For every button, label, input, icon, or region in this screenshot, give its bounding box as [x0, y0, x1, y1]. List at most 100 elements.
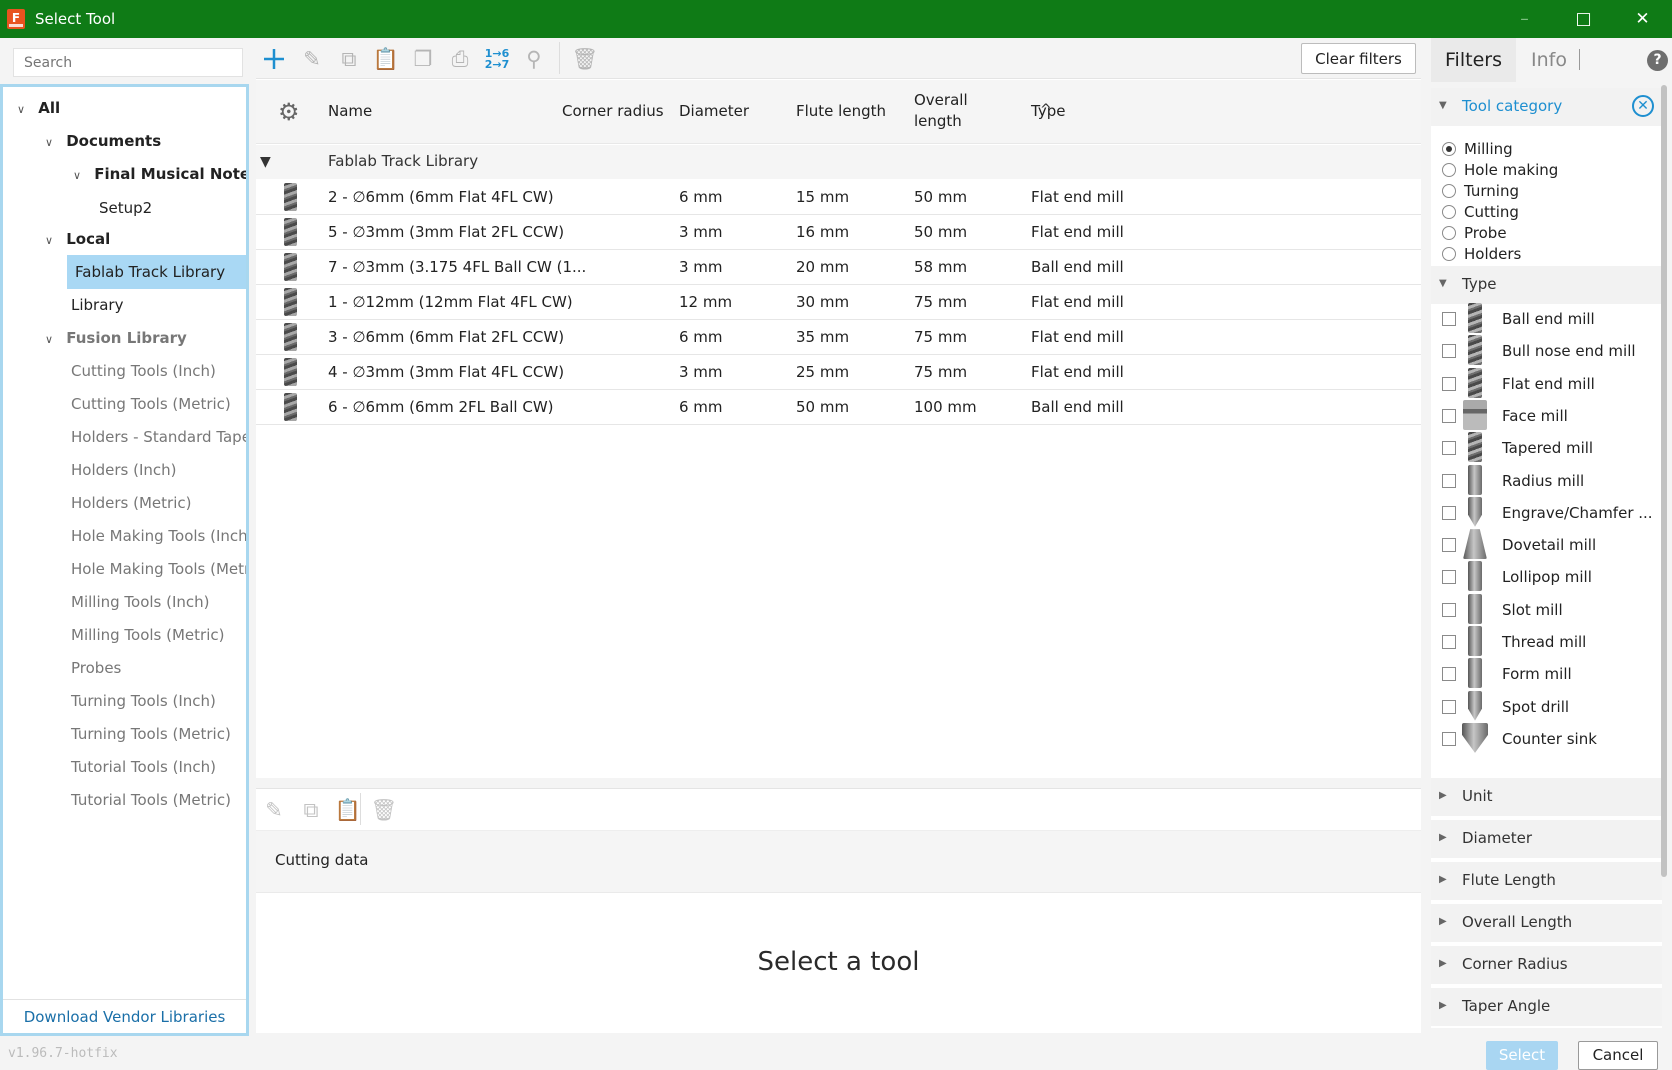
tab-filters[interactable]: Filters: [1431, 38, 1516, 82]
type-checkbox[interactable]: [1442, 635, 1456, 649]
tool-category-section-header[interactable]: ▼ Tool category ✕: [1431, 88, 1662, 126]
tree-item[interactable]: ∨ Documents: [45, 124, 161, 158]
copy-preset-icon[interactable]: ⧉: [296, 795, 326, 825]
tree-item[interactable]: Holders (Inch): [71, 453, 177, 487]
type-label[interactable]: Dovetail mill: [1502, 535, 1596, 555]
column-corner-radius[interactable]: Corner radius: [562, 101, 664, 122]
table-row[interactable]: 3 - ∅6mm (6mm Flat 2FL CCW) 6 mm 35 mm 75 m…: [256, 320, 1421, 355]
filter-section-header[interactable]: ▶ Corner Radius: [1431, 946, 1662, 984]
tree-item[interactable]: Tutorial Tools (Metric): [71, 783, 231, 817]
column-settings-gear-icon[interactable]: ⚙: [278, 98, 300, 126]
edit-preset-icon[interactable]: ✎: [259, 795, 289, 825]
tree-item[interactable]: ∨ Fusion Library: [45, 321, 187, 355]
category-radio[interactable]: [1442, 163, 1456, 177]
tree-item[interactable]: ∨ Local: [45, 222, 110, 256]
category-label[interactable]: Cutting: [1464, 202, 1519, 222]
select-button[interactable]: Select: [1486, 1041, 1558, 1070]
delete-preset-icon[interactable]: 🗑: [369, 795, 399, 825]
type-label[interactable]: Radius mill: [1502, 471, 1584, 491]
type-label[interactable]: Thread mill: [1502, 632, 1586, 652]
print-icon[interactable]: ⎙: [445, 44, 475, 74]
type-label[interactable]: Counter sink: [1502, 729, 1597, 749]
filter-section-header[interactable]: ▶ Taper Angle: [1431, 988, 1662, 1026]
filter-section-header[interactable]: ▶ Unit: [1431, 778, 1662, 816]
type-label[interactable]: Engrave/Chamfer ...: [1502, 503, 1653, 523]
type-checkbox[interactable]: [1442, 505, 1456, 520]
filter-section-header[interactable]: ▶ Flute Length: [1431, 862, 1662, 900]
chevron-down-icon[interactable]: ∨: [45, 224, 61, 258]
tree-item[interactable]: Turning Tools (Inch): [71, 684, 216, 718]
column-name[interactable]: Name: [328, 101, 372, 122]
type-label[interactable]: Lollipop mill: [1502, 567, 1592, 587]
paste-icon[interactable]: 📋: [371, 44, 401, 74]
category-label[interactable]: Hole making: [1464, 160, 1558, 180]
table-row[interactable]: 2 - ∅6mm (6mm Flat 4FL CW) 6 mm 15 mm 50 mm…: [256, 180, 1421, 215]
type-checkbox[interactable]: [1442, 344, 1456, 359]
tree-item[interactable]: Fablab Track Library: [67, 255, 246, 289]
type-checkbox[interactable]: [1442, 538, 1456, 553]
type-section-header[interactable]: ▼ Type: [1431, 266, 1662, 304]
category-label[interactable]: Probe: [1464, 223, 1507, 243]
tree-item[interactable]: Hole Making Tools (Metric): [71, 552, 246, 586]
tab-info[interactable]: Info: [1531, 38, 1567, 82]
category-label[interactable]: Milling: [1464, 139, 1513, 159]
help-icon[interactable]: ?: [1647, 50, 1668, 71]
table-row[interactable]: 6 - ∅6mm (6mm 2FL Ball CW) 6 mm 50 mm 100 m…: [256, 390, 1421, 425]
add-tool-icon[interactable]: [259, 44, 289, 74]
download-vendor-libraries-link[interactable]: Download Vendor Libraries: [3, 999, 246, 1033]
type-checkbox[interactable]: [1442, 570, 1456, 585]
type-checkbox[interactable]: [1442, 441, 1456, 456]
clear-category-icon[interactable]: ✕: [1632, 95, 1654, 117]
category-label[interactable]: Turning: [1464, 181, 1519, 201]
type-label[interactable]: Form mill: [1502, 664, 1572, 684]
maximize-button[interactable]: □: [1554, 0, 1613, 38]
library-group-row[interactable]: ▼ Fablab Track Library: [256, 145, 1421, 179]
category-radio[interactable]: [1442, 142, 1456, 156]
type-checkbox[interactable]: [1442, 731, 1456, 746]
chevron-down-icon[interactable]: ∨: [45, 126, 61, 160]
column-diameter[interactable]: Diameter: [679, 101, 749, 122]
tree-item[interactable]: Cutting Tools (Metric): [71, 387, 231, 421]
cancel-button[interactable]: Cancel: [1578, 1041, 1658, 1070]
category-radio[interactable]: [1442, 226, 1456, 240]
type-checkbox[interactable]: [1442, 376, 1456, 391]
type-label[interactable]: Slot mill: [1502, 600, 1563, 620]
type-checkbox[interactable]: [1442, 408, 1456, 423]
clear-filters-button[interactable]: Clear filters: [1301, 43, 1416, 74]
chevron-down-icon[interactable]: ∨: [73, 159, 89, 193]
chevron-down-icon[interactable]: ∨: [45, 323, 61, 357]
tree-item[interactable]: Setup2: [99, 191, 152, 225]
column-flute-length[interactable]: Flute length: [796, 101, 886, 122]
tree-item[interactable]: Milling Tools (Inch): [71, 585, 210, 619]
filter-section-header[interactable]: ▶ Diameter: [1431, 820, 1662, 858]
tree-item[interactable]: Probes: [71, 651, 121, 685]
type-checkbox[interactable]: [1442, 602, 1456, 617]
duplicate-icon[interactable]: ❐: [408, 44, 438, 74]
type-checkbox[interactable]: [1442, 312, 1456, 326]
delete-icon[interactable]: 🗑: [570, 44, 600, 74]
broom-icon[interactable]: ⚲: [519, 44, 549, 74]
tree-item[interactable]: Library: [71, 288, 123, 322]
table-row[interactable]: 5 - ∅3mm (3mm Flat 2FL CCW) 3 mm 16 mm 50 m…: [256, 215, 1421, 250]
paste-preset-icon[interactable]: 📋: [333, 795, 363, 825]
column-type[interactable]: Type: [1031, 101, 1065, 122]
category-radio[interactable]: [1442, 247, 1456, 261]
filter-section-header[interactable]: ▶ Overall Length: [1431, 904, 1662, 942]
tree-item[interactable]: Cutting Tools (Inch): [71, 354, 216, 388]
copy-icon[interactable]: ⧉: [334, 44, 364, 74]
library-search-input[interactable]: [13, 48, 243, 77]
category-radio[interactable]: [1442, 184, 1456, 198]
column-overall-length[interactable]: Overall length: [914, 90, 968, 132]
edit-icon[interactable]: ✎: [297, 44, 327, 74]
type-label[interactable]: Ball end mill: [1502, 309, 1595, 329]
collapse-triangle-icon[interactable]: ▼: [260, 154, 271, 170]
tree-item[interactable]: ∨ All: [17, 91, 60, 125]
category-label[interactable]: Holders: [1464, 244, 1521, 264]
type-label[interactable]: Flat end mill: [1502, 374, 1595, 394]
tree-item[interactable]: Hole Making Tools (Inch): [71, 519, 246, 553]
tree-item[interactable]: Turning Tools (Metric): [71, 717, 231, 751]
table-row[interactable]: 4 - ∅3mm (3mm Flat 4FL CCW) 3 mm 25 mm 75 m…: [256, 355, 1421, 390]
table-row[interactable]: 7 - ∅3mm (3.175 4FL Ball CW (1... 3 mm 20 …: [256, 250, 1421, 285]
filters-vertical-scrollbar[interactable]: [1661, 85, 1667, 877]
chevron-down-icon[interactable]: ∨: [17, 93, 33, 127]
